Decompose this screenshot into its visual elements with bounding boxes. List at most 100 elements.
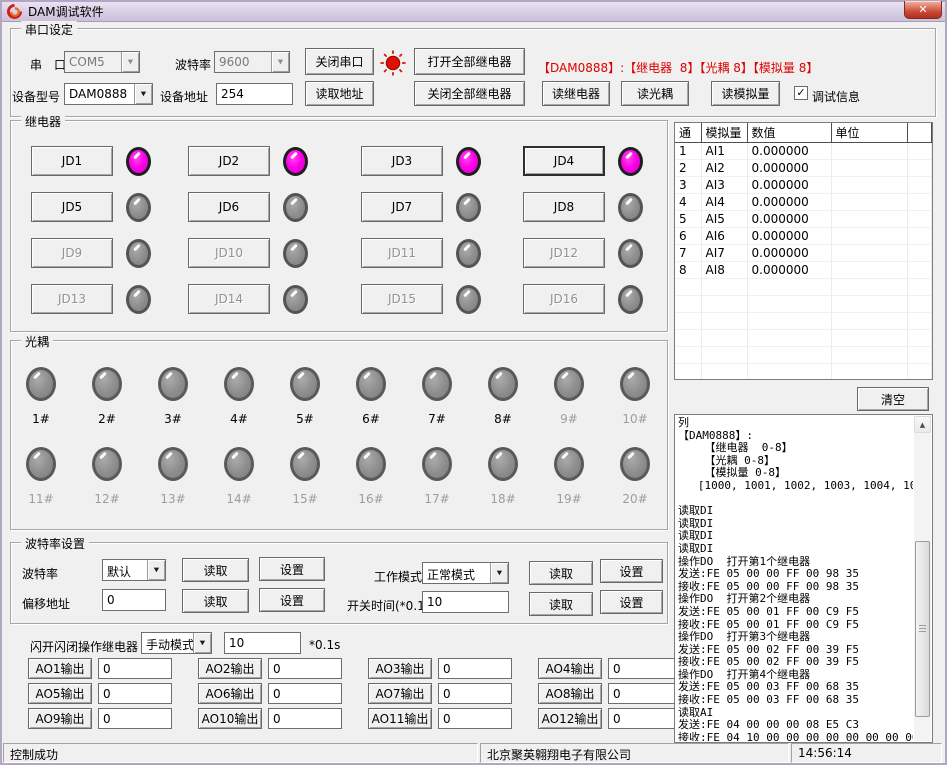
relay-button-jd5[interactable]: JD5 [31, 192, 113, 222]
relay-group: 继电器 JD1JD2JD3JD4JD5JD6JD7JD8JD9JD10JD11J… [10, 120, 668, 332]
offset-read-button[interactable]: 读取 [182, 589, 249, 613]
flash-mode-select[interactable]: 手动模式 ▼ [141, 632, 212, 654]
analog-cell: AI8 [701, 262, 747, 279]
relay-button-jd4[interactable]: JD4 [523, 146, 605, 176]
relay-button-jd11[interactable]: JD11 [361, 238, 443, 268]
ao-input-6[interactable] [268, 683, 342, 704]
log-scrollbar[interactable]: ▲ [914, 416, 931, 741]
read-address-button[interactable]: 读取地址 [305, 81, 374, 106]
scrollbar-thumb[interactable] [915, 541, 930, 717]
relay-button-jd13[interactable]: JD13 [31, 284, 113, 314]
dropdown-button[interactable]: ▼ [490, 563, 508, 583]
ao-input-8[interactable] [608, 683, 682, 704]
open-all-relays-button[interactable]: 打开全部继电器 [414, 48, 525, 75]
baud-group-title: 波特率设置 [21, 535, 89, 552]
ao-button-1[interactable]: AO1输出 [28, 658, 92, 679]
ao-input-9[interactable] [98, 708, 172, 729]
dropdown-button[interactable]: ▼ [121, 52, 139, 72]
opto-cell-20#: 20# [607, 447, 663, 506]
dropdown-button[interactable]: ▼ [271, 52, 289, 72]
ao-input-7[interactable] [438, 683, 512, 704]
analog-cell [907, 177, 932, 194]
switch-time-input[interactable] [422, 591, 509, 613]
status-bar: 控制成功 北京聚英翱翔电子有限公司 14:56:14 [2, 743, 945, 763]
relay-led-jd7-off [456, 193, 481, 222]
scroll-up-icon[interactable]: ▲ [914, 416, 931, 433]
offset-address-input[interactable] [102, 589, 166, 611]
dropdown-button[interactable]: ▼ [147, 560, 165, 580]
ao-button-2[interactable]: AO2输出 [198, 658, 262, 679]
device-address-input[interactable] [216, 83, 293, 105]
work-mode-read-button[interactable]: 读取 [529, 561, 593, 585]
ao-button-9[interactable]: AO9输出 [28, 708, 92, 729]
serial-port-select[interactable]: COM5 ▼ [64, 51, 140, 73]
analog-row: 6AI60.000000 [675, 228, 932, 245]
opto-label: 17# [409, 492, 465, 506]
read-analog-button[interactable]: 读模拟量 [711, 81, 780, 106]
relay-button-jd7[interactable]: JD7 [361, 192, 443, 222]
relay-button-jd10[interactable]: JD10 [188, 238, 270, 268]
read-opto-button[interactable]: 读光耦 [621, 81, 689, 106]
relay-button-jd3[interactable]: JD3 [361, 146, 443, 176]
ao-input-5[interactable] [98, 683, 172, 704]
baud-set-button[interactable]: 设置 [259, 557, 325, 581]
status-message: 控制成功 [3, 743, 478, 763]
baud-setting-select[interactable]: 默认 ▼ [102, 559, 166, 581]
relay-button-jd15[interactable]: JD15 [361, 284, 443, 314]
close-all-relays-button[interactable]: 关闭全部继电器 [414, 81, 525, 106]
work-mode-select[interactable]: 正常模式 ▼ [422, 562, 509, 584]
ao-input-1[interactable] [98, 658, 172, 679]
relay-button-jd16[interactable]: JD16 [523, 284, 605, 314]
relay-cell-jd4: JD4 [523, 146, 643, 176]
analog-row-empty [675, 279, 932, 296]
opto-cell-1#: 1# [13, 367, 69, 426]
ao-button-5[interactable]: AO5输出 [28, 683, 92, 704]
ao-button-10[interactable]: AO10输出 [198, 708, 262, 729]
relay-button-jd6[interactable]: JD6 [188, 192, 270, 222]
analog-cell: AI7 [701, 245, 747, 262]
relay-button-jd14[interactable]: JD14 [188, 284, 270, 314]
read-relay-button[interactable]: 读继电器 [542, 81, 610, 106]
ao-button-11[interactable]: AO11输出 [368, 708, 432, 729]
ao-input-4[interactable] [608, 658, 682, 679]
window-title: DAM调试软件 [28, 3, 104, 20]
ao-input-3[interactable] [438, 658, 512, 679]
ao-input-12[interactable] [608, 708, 682, 729]
device-model-select[interactable]: DAM0888 ▼ [64, 83, 153, 105]
baud-rate-select[interactable]: 9600 ▼ [214, 51, 290, 73]
opto-label: 7# [409, 412, 465, 426]
device-model-value: DAM0888 [65, 84, 134, 104]
close-button[interactable]: ✕ [904, 1, 942, 19]
ao-input-2[interactable] [268, 658, 342, 679]
flash-time-input[interactable] [224, 632, 301, 654]
close-serial-button[interactable]: 关闭串口 [305, 48, 374, 75]
relay-button-jd12[interactable]: JD12 [523, 238, 605, 268]
relay-button-jd9[interactable]: JD9 [31, 238, 113, 268]
switch-time-set-button[interactable]: 设置 [600, 590, 663, 614]
debug-info-checkbox[interactable]: ✓ [794, 86, 808, 100]
relay-button-jd8[interactable]: JD8 [523, 192, 605, 222]
ao-button-8[interactable]: AO8输出 [538, 683, 602, 704]
dropdown-button[interactable]: ▼ [134, 84, 152, 104]
ao-button-7[interactable]: AO7输出 [368, 683, 432, 704]
opto-label: 18# [475, 492, 531, 506]
ao-button-6[interactable]: AO6输出 [198, 683, 262, 704]
switch-time-read-button[interactable]: 读取 [529, 592, 593, 616]
ao-button-4[interactable]: AO4输出 [538, 658, 602, 679]
offset-set-button[interactable]: 设置 [259, 588, 325, 612]
analog-cell: AI3 [701, 177, 747, 194]
clear-log-button[interactable]: 清空 [857, 387, 929, 411]
opto-led-off [158, 447, 188, 481]
relay-led-jd6-off [283, 193, 308, 222]
ao-input-11[interactable] [438, 708, 512, 729]
opto-group-title: 光耦 [21, 333, 53, 350]
ao-button-3[interactable]: AO3输出 [368, 658, 432, 679]
debug-info-label: 调试信息 [812, 88, 860, 105]
baud-read-button[interactable]: 读取 [182, 558, 249, 582]
ao-input-10[interactable] [268, 708, 342, 729]
work-mode-set-button[interactable]: 设置 [600, 559, 663, 583]
relay-button-jd1[interactable]: JD1 [31, 146, 113, 176]
relay-button-jd2[interactable]: JD2 [188, 146, 270, 176]
ao-button-12[interactable]: AO12输出 [538, 708, 602, 729]
dropdown-button[interactable]: ▼ [193, 633, 211, 653]
